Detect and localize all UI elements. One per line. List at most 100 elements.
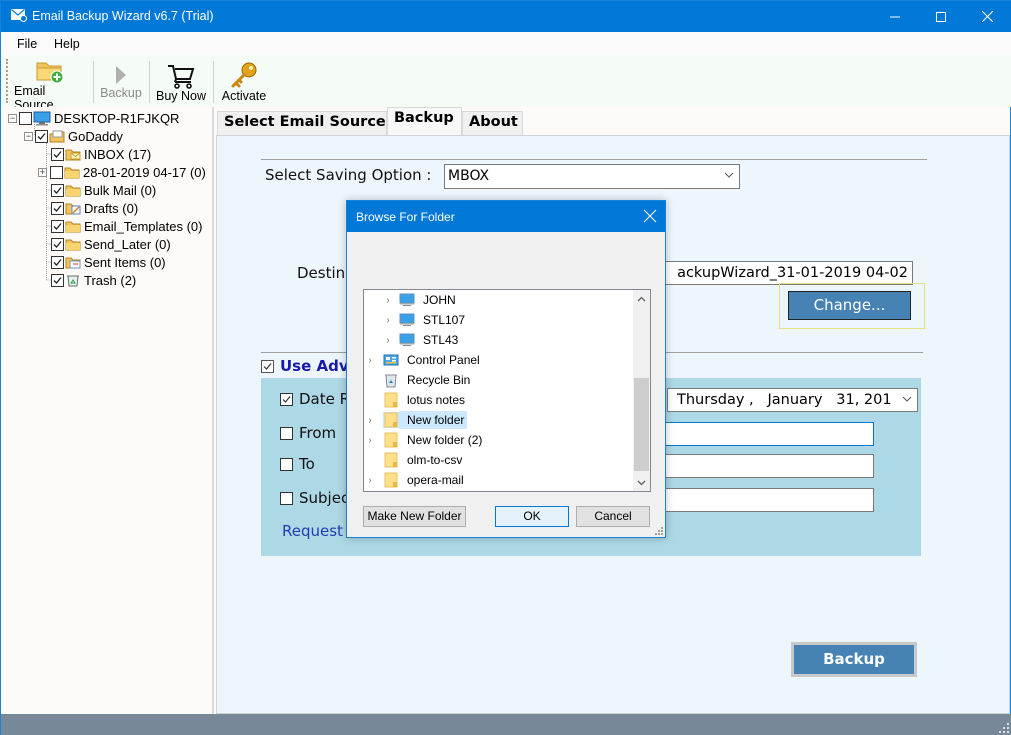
tree-node-folder[interactable]: Sent Items (0)	[51, 253, 166, 271]
tree-checkbox[interactable]	[51, 219, 64, 233]
menu-file[interactable]: File	[17, 37, 37, 51]
folder-list-item[interactable]: Recycle Bin	[365, 370, 473, 390]
folder-icon	[65, 221, 81, 232]
subject-label: Subjec	[299, 489, 350, 507]
tree-node-folder[interactable]: Email_Templates (0)	[51, 217, 203, 235]
tree-checkbox[interactable]	[51, 273, 64, 287]
folder-list-item[interactable]: › JOHN	[383, 290, 459, 310]
tree-node-folder[interactable]: Trash (2)	[51, 271, 136, 289]
request-link[interactable]: Request	[282, 522, 343, 540]
use-advance-settings-checkbox[interactable]: Use Adva	[261, 357, 359, 375]
close-button[interactable]	[964, 1, 1010, 32]
date-picker[interactable]: Thursday , January 31, 201	[667, 388, 918, 412]
toolbar-grip[interactable]	[6, 59, 8, 103]
activate-button[interactable]: Activate	[217, 58, 271, 104]
scroll-up-button[interactable]	[633, 290, 650, 307]
chevron-right-icon[interactable]: ›	[365, 415, 375, 426]
folder-list-item[interactable]: › STL43	[383, 330, 461, 350]
checkbox[interactable]	[280, 392, 293, 406]
play-icon	[116, 66, 126, 84]
tree-node-folder[interactable]: Send_Later (0)	[51, 235, 171, 253]
tab-about[interactable]: About	[462, 111, 523, 135]
close-icon[interactable]	[643, 209, 657, 223]
computer-icon	[33, 111, 51, 125]
make-new-folder-button[interactable]: Make New Folder	[363, 506, 466, 527]
chevron-right-icon[interactable]: ›	[365, 475, 375, 486]
tree-node-label: 28-01-2019 04-17 (0)	[83, 164, 206, 180]
tab-select-email-source[interactable]: Select Email Source	[217, 111, 387, 135]
folder-icon	[383, 412, 399, 428]
checkbox[interactable]	[280, 457, 293, 471]
tab-backup[interactable]: Backup	[387, 107, 462, 135]
buy-now-button[interactable]: Buy Now	[153, 58, 209, 104]
computer-icon	[399, 293, 415, 306]
backup-button[interactable]: Backup	[791, 642, 917, 677]
change-button[interactable]: Change...	[788, 291, 911, 320]
maximize-button[interactable]	[918, 1, 964, 32]
email-source-button[interactable]: Email Source	[14, 58, 86, 112]
subject-checkbox[interactable]: Subjec	[280, 489, 349, 507]
folder-icon	[384, 452, 398, 468]
folder-list-item[interactable]: › STL107	[383, 310, 468, 330]
folder-icon	[384, 392, 398, 408]
folder-list-item[interactable]: › Control Panel	[365, 350, 483, 370]
to-input[interactable]	[641, 454, 874, 478]
folder-list-item[interactable]: lotus notes	[365, 390, 468, 410]
folder-list-item[interactable]: › New folder (2)	[365, 430, 485, 450]
saving-option-value: MBOX	[448, 168, 490, 184]
folder-tree-list: › JOHN › STL107 › STL43 › Control Panel	[363, 289, 651, 492]
date-range-checkbox[interactable]: Date R	[280, 390, 350, 408]
chevron-right-icon[interactable]: ›	[383, 295, 393, 306]
tree-node-folder[interactable]: Bulk Mail (0)	[51, 181, 156, 199]
menu-bar: File Help	[1, 32, 1011, 55]
tree-checkbox[interactable]	[51, 147, 64, 161]
scrollbar-thumb[interactable]	[634, 378, 649, 471]
folder-list-item[interactable]: › opera-mail	[365, 470, 467, 490]
chevron-right-icon[interactable]: ›	[383, 335, 393, 346]
minimize-button[interactable]	[872, 1, 918, 32]
from-input[interactable]	[641, 422, 874, 446]
ok-button[interactable]: OK	[495, 506, 569, 527]
tree-checkbox[interactable]	[51, 201, 64, 215]
tree-checkbox[interactable]	[35, 129, 48, 143]
collapse-toggle[interactable]: −	[24, 131, 33, 141]
folder-list-item[interactable]: olm-to-csv	[365, 450, 465, 470]
folder-list-item-selected[interactable]: › New folder	[365, 410, 468, 430]
chevron-right-icon[interactable]: ›	[365, 435, 375, 446]
vertical-scrollbar[interactable]	[633, 290, 650, 491]
cancel-button[interactable]: Cancel	[576, 506, 650, 527]
scroll-down-button[interactable]	[633, 474, 650, 491]
tree-node-folder[interactable]: + 28-01-2019 04-17 (0)	[38, 163, 206, 181]
subject-input[interactable]	[641, 488, 874, 512]
expand-toggle[interactable]: +	[38, 167, 47, 177]
tree-node-label: Bulk Mail (0)	[84, 182, 157, 198]
checkbox[interactable]	[280, 426, 293, 440]
checkbox[interactable]	[280, 491, 293, 505]
resize-grip-icon[interactable]	[655, 527, 663, 535]
chevron-right-icon[interactable]: ›	[365, 355, 375, 366]
to-checkbox[interactable]: To	[280, 455, 315, 473]
mailbox-icon	[49, 130, 65, 142]
tree-node-folder[interactable]: Drafts (0)	[51, 199, 138, 217]
tree-checkbox[interactable]	[50, 165, 63, 179]
minimize-icon	[890, 16, 900, 17]
collapse-toggle[interactable]: −	[8, 113, 17, 123]
tree-node-label: Drafts (0)	[84, 200, 139, 216]
checkbox[interactable]	[261, 359, 274, 373]
folder-label: Control Panel	[407, 353, 480, 367]
menu-help[interactable]: Help	[54, 37, 80, 51]
tree-node-folder[interactable]: INBOX (17)	[51, 145, 151, 163]
tree-checkbox[interactable]	[51, 237, 64, 251]
tree-checkbox[interactable]	[51, 255, 64, 269]
chevron-right-icon[interactable]: ›	[383, 315, 393, 326]
chevron-up-icon	[637, 296, 646, 301]
saving-option-select[interactable]: MBOX	[444, 164, 740, 189]
tree-node-account[interactable]: − GoDaddy	[24, 127, 123, 145]
resize-grip-icon[interactable]	[999, 723, 1009, 733]
from-checkbox[interactable]: From	[280, 424, 336, 442]
folder-label: Recycle Bin	[407, 373, 471, 387]
tree-checkbox[interactable]	[51, 183, 64, 197]
tree-checkbox[interactable]	[19, 111, 32, 125]
tree-node-computer[interactable]: − DESKTOP-R1FJKQR	[8, 109, 179, 127]
backup-toolbar-button[interactable]: Backup	[97, 58, 145, 104]
